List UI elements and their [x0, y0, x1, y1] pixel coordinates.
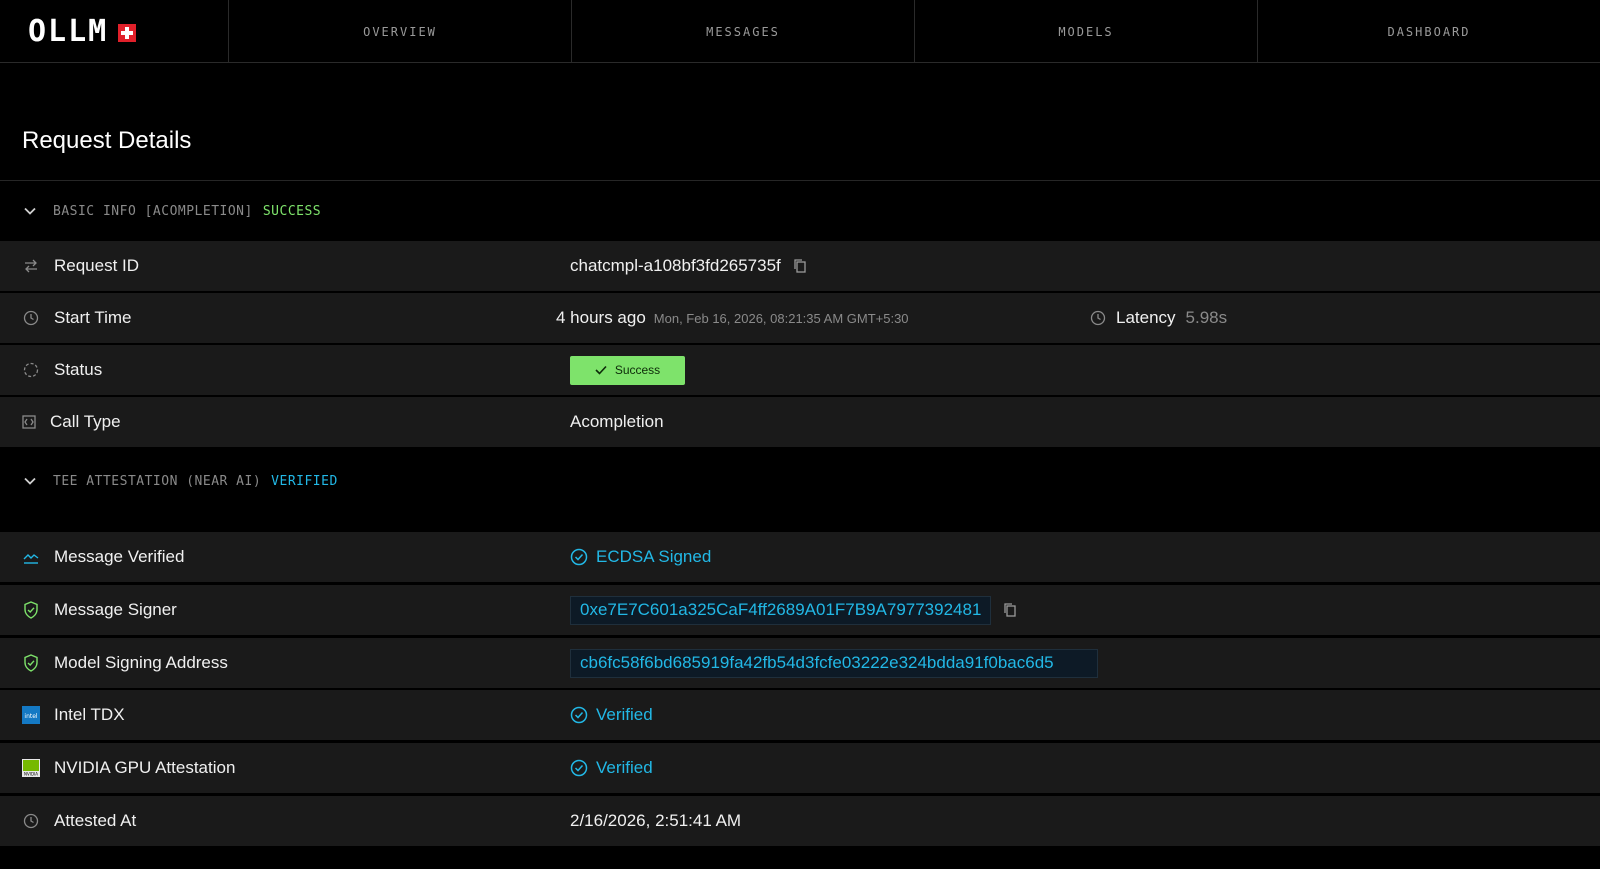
message-signer-label: Message Signer: [54, 600, 177, 619]
chart-line-icon: [22, 548, 40, 566]
model-signing-address-label: Model Signing Address: [54, 653, 228, 672]
message-verified-value-wrap: ECDSA Signed: [570, 547, 711, 567]
copy-icon[interactable]: [793, 258, 809, 274]
nav-tab-models[interactable]: MODELS: [915, 0, 1258, 63]
nvidia-label: NVIDIA GPU Attestation: [54, 758, 236, 777]
row-message-signer: Message Signer 0xe7E7C601a325CaF4ff2689A…: [0, 585, 1600, 635]
latency-value: 5.98s: [1185, 308, 1228, 327]
intel-tdx-label: Intel TDX: [54, 705, 125, 724]
check-icon: [595, 365, 607, 375]
request-id-value: chatcmpl-a108bf3fd265735f: [570, 256, 781, 275]
tee-header-text: TEE ATTESTATION (NEAR AI): [53, 473, 262, 489]
tee-status: VERIFIED: [271, 473, 338, 489]
row-attested-at: Attested At 2/16/2026, 2:51:41 AM: [0, 796, 1600, 846]
swiss-cross-icon: [118, 23, 137, 42]
shield-check-icon: [22, 654, 40, 672]
message-verified-value: ECDSA Signed: [596, 547, 712, 566]
status-label: Status: [54, 360, 103, 379]
row-call-type: Call Type Acompletion: [0, 397, 1600, 447]
latency-label: Latency: [1116, 308, 1176, 327]
status-badge-text: Success: [614, 363, 661, 377]
chevron-down-icon: [22, 473, 38, 489]
row-status: Status Success: [0, 345, 1600, 395]
model-signing-address-value-wrap: cb6fc58f6bd685919fa42fb54d3fcfe03222e324…: [570, 648, 1098, 678]
basic-info-header-text: BASIC INFO [ACOMPLETION]: [53, 203, 253, 219]
message-signer-value-wrap: 0xe7E7C601a325CaF4ff2689A01F7B9A79773924…: [570, 595, 1019, 625]
row-nvidia-gpu-attestation: NVIDIA NVIDIA GPU Attestation Verified: [0, 743, 1600, 793]
swap-arrows-icon: [22, 257, 40, 275]
top-navigation: OLLM OVERVIEW MESSAGES MODELS DASHBOARD: [0, 0, 1600, 63]
check-circle-icon: [570, 706, 588, 724]
message-verified-label: Message Verified: [54, 547, 185, 566]
message-signer-address[interactable]: 0xe7E7C601a325CaF4ff2689A01F7B9A79773924…: [570, 595, 992, 625]
intel-tdx-value: Verified: [596, 705, 653, 724]
logo-text: OLLM: [28, 13, 109, 49]
intel-tdx-value-wrap: Verified: [570, 705, 653, 725]
start-time-absolute: Mon, Feb 16, 2026, 08:21:35 AM GMT+5:30: [653, 310, 909, 326]
logo[interactable]: OLLM: [0, 0, 229, 63]
nvidia-value: Verified: [596, 758, 653, 777]
page-title: Request Details: [22, 127, 192, 154]
row-request-id: Request ID chatcmpl-a108bf3fd265735f: [0, 241, 1600, 291]
start-time-relative: 4 hours ago: [556, 308, 646, 327]
intel-logo-text: intel: [24, 713, 38, 720]
nvidia-value-wrap: Verified: [570, 758, 653, 778]
status-value: Success: [570, 355, 685, 385]
start-time-value: 4 hours ago Mon, Feb 16, 2026, 08:21:35 …: [556, 308, 909, 328]
request-id-value-wrap: chatcmpl-a108bf3fd265735f: [570, 256, 809, 276]
nvidia-logo-icon: NVIDIA: [22, 759, 40, 777]
attested-at-value: 2/16/2026, 2:51:41 AM: [570, 811, 742, 830]
clock-icon: [1090, 310, 1106, 326]
tee-section-header[interactable]: TEE ATTESTATION (NEAR AI) VERIFIED: [0, 451, 1600, 511]
code-box-icon: [22, 413, 36, 431]
row-start-time: Start Time 4 hours ago Mon, Feb 16, 2026…: [0, 293, 1600, 343]
check-circle-icon: [570, 759, 588, 777]
model-signing-address[interactable]: cb6fc58f6bd685919fa42fb54d3fcfe03222e324…: [570, 648, 1098, 678]
call-type-value: Acompletion: [570, 412, 664, 431]
request-id-label: Request ID: [54, 256, 140, 275]
status-badge: Success: [570, 355, 685, 385]
intel-logo-icon: intel: [22, 706, 40, 724]
call-type-label: Call Type: [50, 412, 121, 431]
nav-tab-messages[interactable]: MESSAGES: [572, 0, 915, 63]
row-message-verified: Message Verified ECDSA Signed: [0, 532, 1600, 582]
row-intel-tdx: intel Intel TDX Verified: [0, 690, 1600, 740]
basic-info-status: SUCCESS: [262, 203, 322, 219]
nvidia-logo-text: NVIDIA: [24, 772, 38, 777]
attested-at-label: Attested At: [54, 811, 137, 830]
nav-tab-dashboard[interactable]: DASHBOARD: [1258, 0, 1600, 63]
start-time-label: Start Time: [54, 308, 132, 327]
row-model-signing-address: Model Signing Address cb6fc58f6bd685919f…: [0, 638, 1600, 688]
latency: Latency 5.98s: [1090, 308, 1227, 328]
basic-info-section-header[interactable]: BASIC INFO [ACOMPLETION] SUCCESS: [0, 181, 1600, 241]
shield-check-icon: [22, 601, 40, 619]
copy-icon[interactable]: [1003, 602, 1019, 618]
clock-icon: [22, 812, 40, 830]
loading-circle-icon: [22, 361, 40, 379]
chevron-down-icon: [22, 203, 38, 219]
nav-tab-overview[interactable]: OVERVIEW: [229, 0, 572, 63]
check-circle-icon: [570, 548, 588, 566]
clock-icon: [22, 309, 40, 327]
